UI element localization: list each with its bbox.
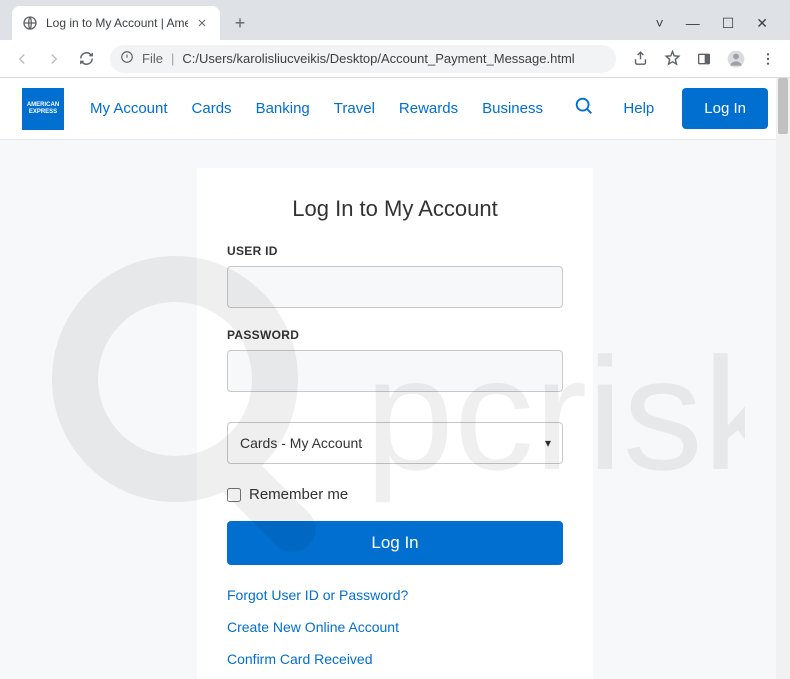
search-icon[interactable]: [573, 95, 595, 122]
site-header: AMERICAN EXPRESS My Account Cards Bankin…: [0, 78, 790, 140]
browser-tab-strip: Log in to My Account | American… + ˅ ― ☐…: [0, 0, 790, 40]
tab-title: Log in to My Account | American…: [46, 16, 188, 30]
bookmark-icon[interactable]: [658, 45, 686, 73]
browser-tab[interactable]: Log in to My Account | American…: [12, 6, 220, 40]
link-confirm-card[interactable]: Confirm Card Received: [227, 651, 563, 667]
address-path: C:/Users/karolisliucveikis/Desktop/Accou…: [182, 51, 606, 66]
remember-checkbox[interactable]: [227, 488, 241, 502]
forward-button[interactable]: [40, 45, 68, 73]
maximize-icon[interactable]: ☐: [722, 15, 735, 32]
nav-business[interactable]: Business: [482, 100, 543, 117]
remember-me[interactable]: Remember me: [227, 486, 563, 503]
page-viewport: AMERICAN EXPRESS My Account Cards Bankin…: [0, 78, 790, 679]
header-login-button[interactable]: Log In: [682, 88, 768, 129]
remember-label: Remember me: [249, 486, 348, 503]
back-button[interactable]: [8, 45, 36, 73]
nav-rewards[interactable]: Rewards: [399, 100, 458, 117]
minimize-icon[interactable]: ―: [686, 15, 700, 32]
card-title: Log In to My Account: [227, 196, 563, 222]
file-icon: [120, 50, 134, 67]
link-forgot[interactable]: Forgot User ID or Password?: [227, 587, 563, 603]
share-icon[interactable]: [626, 45, 654, 73]
nav-cards[interactable]: Cards: [192, 100, 232, 117]
profile-icon[interactable]: [722, 45, 750, 73]
new-tab-button[interactable]: +: [226, 9, 254, 37]
scrollbar[interactable]: [776, 78, 790, 679]
help-links: Forgot User ID or Password? Create New O…: [227, 587, 563, 679]
chevron-down-icon[interactable]: ˅: [656, 15, 664, 32]
reload-button[interactable]: [72, 45, 100, 73]
userid-input[interactable]: [227, 266, 563, 308]
window-controls: ˅ ― ☐ ✕: [656, 15, 782, 40]
close-icon[interactable]: [196, 16, 210, 30]
address-scheme: File: [142, 51, 163, 66]
scrollbar-thumb[interactable]: [778, 78, 788, 134]
link-create-account[interactable]: Create New Online Account: [227, 619, 563, 635]
nav-my-account[interactable]: My Account: [90, 100, 168, 117]
password-label: PASSWORD: [227, 328, 563, 342]
destination-select[interactable]: Cards - My Account: [227, 422, 563, 464]
address-separator: |: [171, 51, 174, 66]
globe-icon: [22, 15, 38, 31]
address-bar[interactable]: File | C:/Users/karolisliucveikis/Deskto…: [110, 45, 616, 73]
close-window-icon[interactable]: ✕: [756, 15, 768, 32]
nav-banking[interactable]: Banking: [256, 100, 310, 117]
nav-travel[interactable]: Travel: [334, 100, 375, 117]
panel-icon[interactable]: [690, 45, 718, 73]
help-link[interactable]: Help: [623, 100, 654, 117]
login-submit-button[interactable]: Log In: [227, 521, 563, 565]
password-input[interactable]: [227, 350, 563, 392]
login-card: Log In to My Account USER ID PASSWORD Ca…: [197, 168, 593, 679]
amex-logo[interactable]: AMERICAN EXPRESS: [22, 88, 64, 130]
browser-toolbar: File | C:/Users/karolisliucveikis/Deskto…: [0, 40, 790, 78]
menu-icon[interactable]: [754, 45, 782, 73]
primary-nav: My Account Cards Banking Travel Rewards …: [90, 100, 543, 117]
userid-label: USER ID: [227, 244, 563, 258]
